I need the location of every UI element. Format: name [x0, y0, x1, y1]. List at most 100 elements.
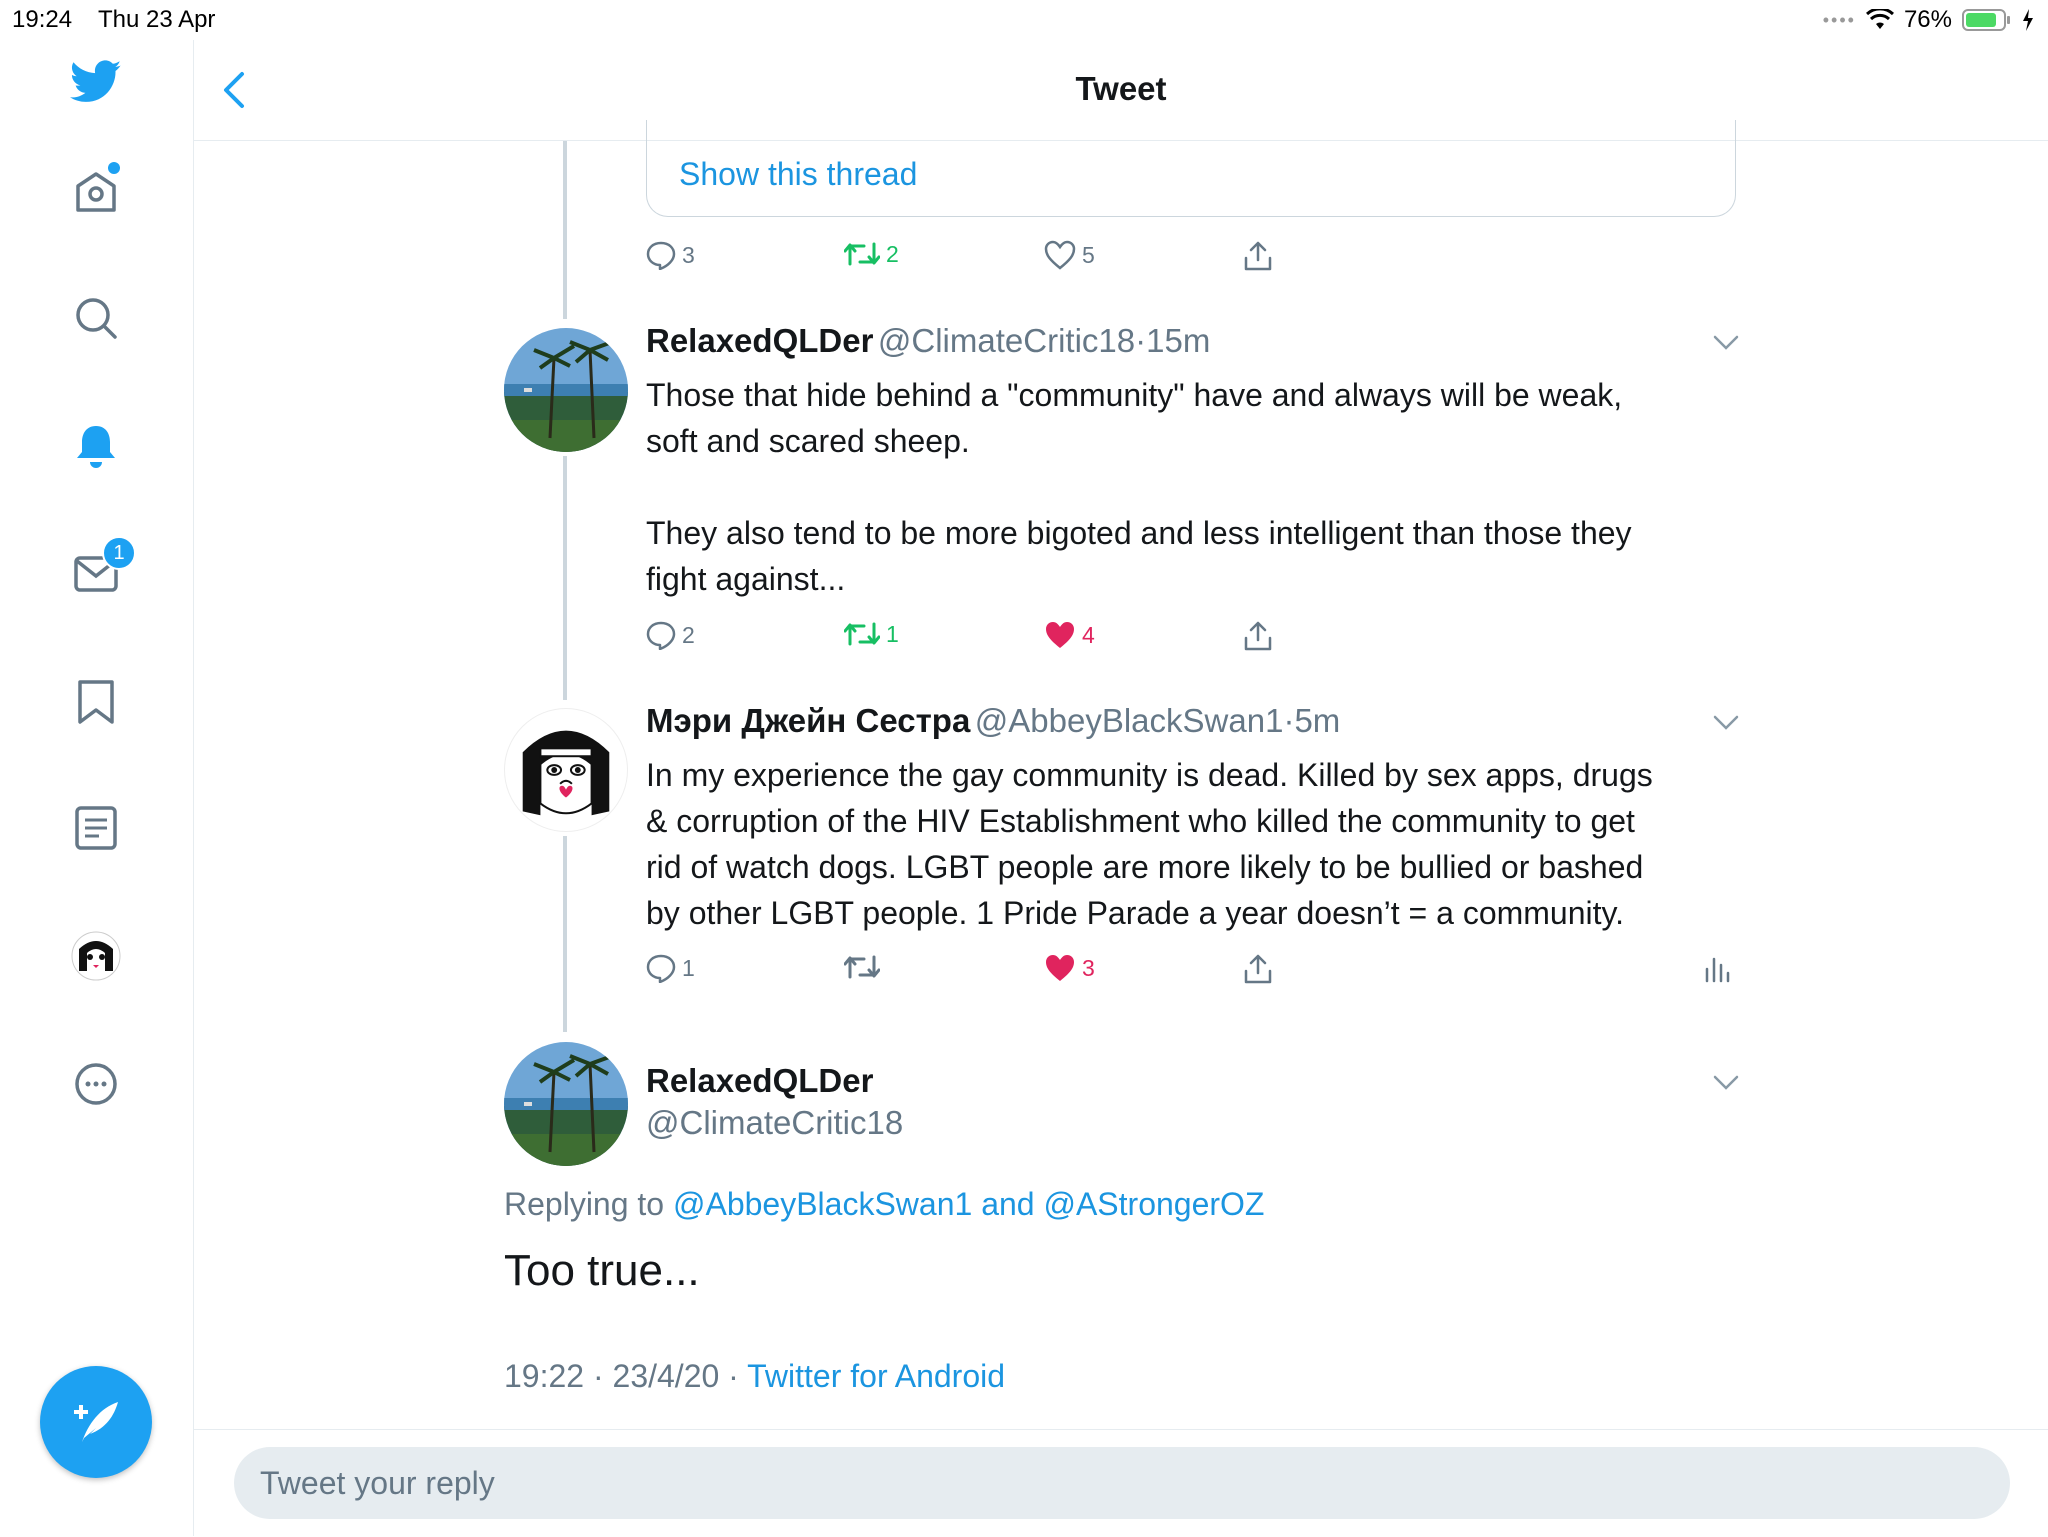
page-title: Tweet [1075, 70, 1167, 107]
tweet-time: 5m [1294, 702, 1341, 739]
separator-dot: · [1135, 322, 1147, 359]
notifications-bell-icon[interactable] [70, 420, 122, 472]
avatar[interactable] [504, 708, 628, 832]
messages-badge: 1 [102, 536, 136, 570]
heart-filled-icon [1046, 955, 1074, 981]
author-handle[interactable]: @ClimateCritic18 [646, 1104, 903, 1142]
tweet-timestamp: 19:22 · 23/4/20 · [504, 1358, 739, 1394]
analytics-bars-icon [1705, 957, 1730, 983]
charging-bolt-icon [2023, 9, 2033, 31]
wifi-icon [1865, 9, 1894, 29]
separator-dot: · [1283, 702, 1295, 739]
author-handle[interactable]: @AbbeyBlackSwan1 [975, 702, 1284, 739]
thread-connector [563, 836, 567, 1032]
share-button[interactable] [1242, 620, 1274, 652]
show-thread-link[interactable]: Show this thread [679, 156, 917, 193]
chevron-down-icon[interactable] [1712, 1074, 1740, 1097]
tweet-header: Мэри Джейн Сестра @AbbeyBlackSwan1·5m [646, 702, 1340, 740]
share-icon [1244, 621, 1272, 651]
retweet-button[interactable]: 2 [844, 240, 899, 268]
reply-input[interactable] [234, 1447, 2010, 1519]
heart-filled-icon [1046, 622, 1074, 648]
main-tweet-text: Too true... [504, 1246, 700, 1295]
bookmarks-icon[interactable] [70, 676, 122, 728]
author-handle[interactable]: @ClimateCritic18 [878, 322, 1135, 359]
home-icon[interactable] [70, 162, 122, 216]
author-name[interactable]: Мэри Джейн Сестра [646, 702, 970, 739]
tweet-line: & corruption of the HIV Establishment wh… [646, 803, 1635, 839]
like-button[interactable]: 4 [1044, 620, 1095, 650]
replying-to: Replying to @AbbeyBlackSwan1 and @AStron… [504, 1186, 1264, 1223]
thread-connector [563, 141, 567, 319]
tweet-text: Those that hide behind a "community" hav… [646, 372, 1706, 602]
tweet-text: In my experience the gay community is de… [646, 752, 1706, 936]
status-time: 19:24 [12, 6, 73, 33]
like-count: 3 [1082, 954, 1095, 981]
tweet-line: In my experience the gay community is de… [646, 757, 1653, 793]
status-bar: 19:24 Thu 23 Apr •••• 76% [0, 0, 2048, 40]
tweet-line: soft and scared sheep. [646, 423, 970, 459]
quoted-tweet-card[interactable]: Show this thread [646, 120, 1736, 217]
battery-icon [1962, 9, 2010, 31]
twitter-logo-icon[interactable] [70, 56, 122, 108]
replying-to-handles[interactable]: @AbbeyBlackSwan1 and @AStrongerOZ [673, 1186, 1264, 1222]
tweet-meta: 19:22 · 23/4/20 · Twitter for Android [504, 1358, 1005, 1395]
share-button[interactable] [1242, 953, 1274, 985]
retweet-icon [844, 955, 880, 979]
sidebar-nav: 1 [0, 40, 194, 1536]
reply-icon [646, 621, 676, 650]
tweet-header: RelaxedQLDer @ClimateCritic18·15m [646, 322, 1210, 360]
tweet-actions: 3 2 5 [646, 240, 1746, 280]
reply-count: 2 [682, 621, 695, 648]
reply-bar [194, 1429, 2048, 1537]
tweet-time: 15m [1146, 322, 1211, 359]
author-name[interactable]: RelaxedQLDer [646, 322, 873, 359]
like-button[interactable]: 5 [1044, 240, 1095, 270]
reply-count: 1 [682, 954, 695, 981]
chevron-down-icon[interactable] [1712, 334, 1740, 357]
share-button[interactable] [1242, 240, 1274, 272]
analytics-button[interactable] [1704, 953, 1730, 983]
messages-envelope-icon[interactable]: 1 [70, 536, 136, 600]
share-icon [1244, 954, 1272, 984]
tweet-line: They also tend to be more bigoted and le… [646, 515, 1632, 551]
retweet-button[interactable]: 1 [844, 620, 899, 648]
tweet-actions: 1 3 [646, 953, 1746, 993]
battery-percent: 76% [1903, 6, 1952, 33]
heart-outline-icon [1044, 240, 1076, 270]
status-date: Thu 23 Apr [98, 6, 216, 33]
avatar[interactable] [504, 1042, 628, 1166]
signal-dots-icon: •••• [1822, 9, 1856, 30]
like-count: 4 [1082, 621, 1095, 648]
retweet-icon [844, 622, 880, 646]
tweet-source-link[interactable]: Twitter for Android [747, 1358, 1005, 1394]
tweet-line: by other LGBT people. 1 Pride Parade a y… [646, 895, 1625, 931]
thread-connector [563, 456, 567, 700]
chevron-down-icon[interactable] [1712, 714, 1740, 737]
reply-icon [646, 954, 676, 983]
compose-feather-icon [74, 1402, 118, 1442]
avatar[interactable] [504, 328, 628, 452]
more-options-icon[interactable] [70, 1058, 122, 1110]
reply-icon [646, 241, 676, 270]
like-button[interactable]: 3 [1044, 953, 1095, 983]
status-right: •••• 76% [1823, 6, 2034, 34]
search-icon[interactable] [70, 292, 122, 344]
replying-to-prefix: Replying to [504, 1186, 665, 1222]
retweet-count: 1 [886, 620, 899, 647]
tweet-line: fight against... [646, 561, 846, 597]
lists-icon[interactable] [70, 802, 122, 854]
retweet-icon [844, 242, 880, 266]
tweet-actions: 2 1 4 [646, 620, 1746, 660]
retweet-button[interactable] [844, 953, 880, 981]
reply-button[interactable]: 3 [646, 240, 695, 270]
retweet-count: 2 [886, 240, 899, 267]
profile-avatar-icon[interactable] [70, 930, 122, 982]
reply-button[interactable]: 2 [646, 620, 695, 650]
compose-tweet-button[interactable] [40, 1366, 152, 1478]
reply-count: 3 [682, 241, 695, 268]
share-icon [1244, 241, 1272, 271]
tweet-line: rid of watch dogs. LGBT people are more … [646, 849, 1644, 885]
author-name[interactable]: RelaxedQLDer [646, 1062, 873, 1100]
reply-button[interactable]: 1 [646, 953, 695, 983]
